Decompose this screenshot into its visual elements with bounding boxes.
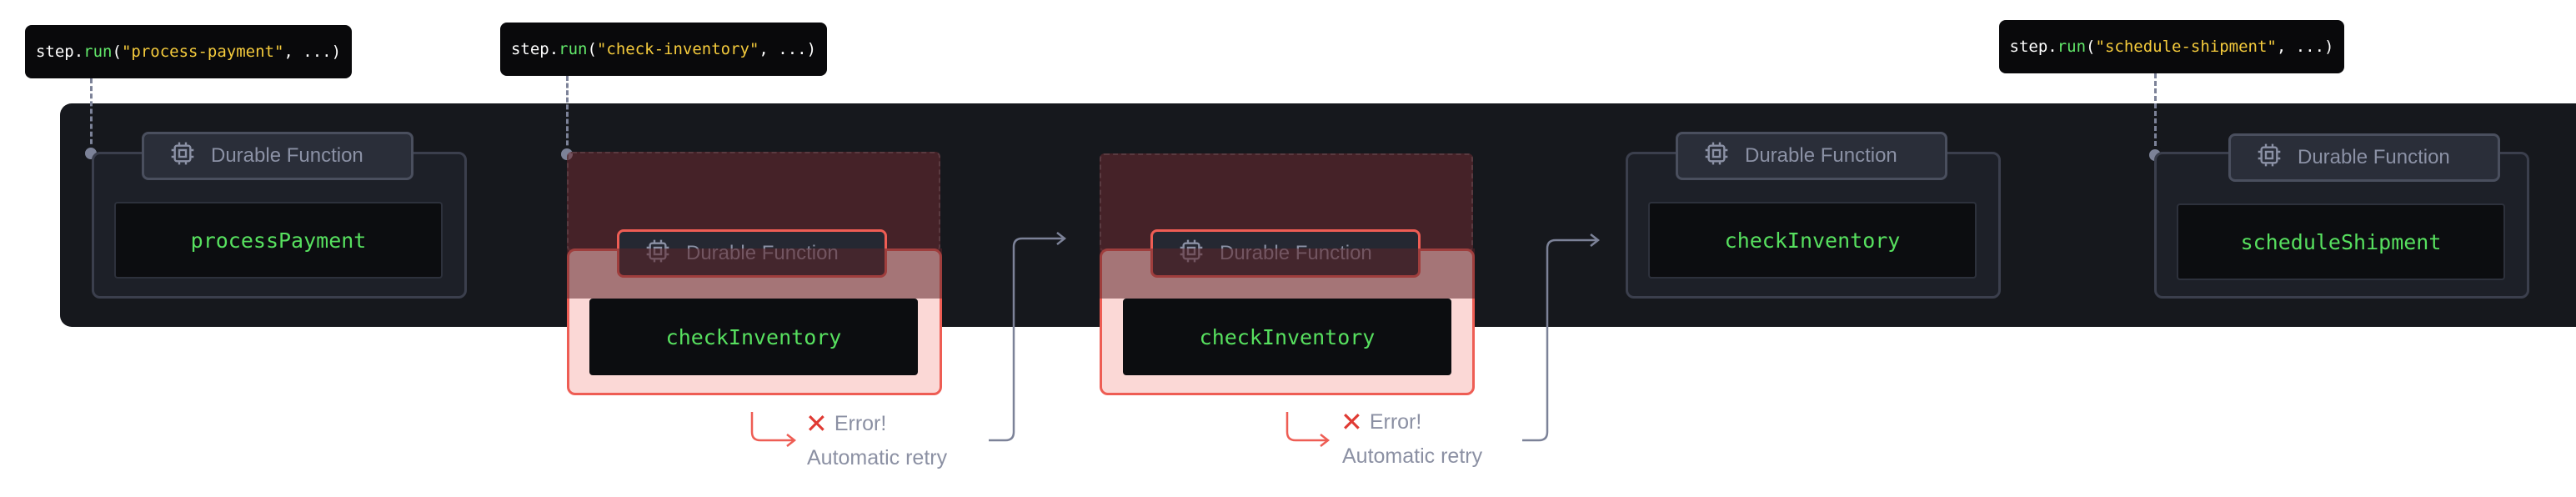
error-status: ✕ Error!: [1341, 407, 1422, 437]
retry-arrow: [989, 232, 1601, 442]
retry-status: Automatic retry: [807, 446, 948, 469]
x-icon: ✕: [805, 409, 828, 439]
retry-status: Automatic retry: [1342, 444, 1483, 468]
x-icon: ✕: [1341, 407, 1363, 437]
retry-arrows: [750, 232, 1601, 447]
error-status: ✕ Error!: [805, 409, 887, 439]
